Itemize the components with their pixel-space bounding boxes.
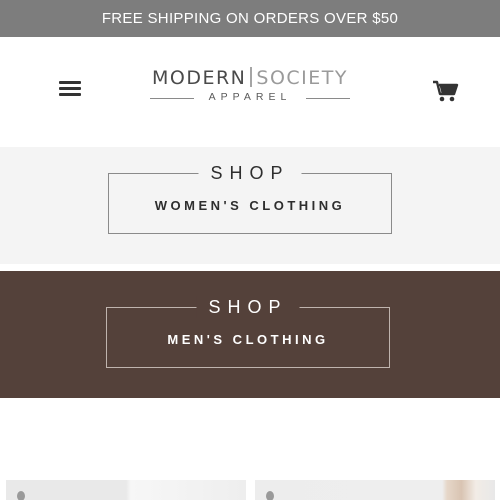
- logo-subtitle: APPAREL: [208, 91, 292, 103]
- mens-category-label: MEN'S CLOTHING: [167, 332, 329, 347]
- mens-shop-label: SHOP: [196, 296, 300, 318]
- product-image-1[interactable]: [6, 480, 246, 500]
- mens-banner-frame: SHOP MEN'S CLOTHING: [106, 296, 390, 368]
- logo-word-society: SOCIETY: [256, 67, 348, 89]
- product-image-2[interactable]: [255, 480, 495, 500]
- womens-shop-label: SHOP: [198, 162, 302, 184]
- hamburger-menu-icon[interactable]: [56, 77, 84, 97]
- womens-category-label: WOMEN'S CLOTHING: [154, 198, 346, 213]
- logo-word-modern: MODERN: [151, 67, 247, 89]
- mens-clothing-banner[interactable]: SHOP MEN'S CLOTHING: [0, 271, 500, 398]
- image-indicator-dot: [266, 491, 274, 500]
- site-header: MODERN SOCIETY APPAREL: [0, 37, 500, 147]
- image-indicator-dot: [17, 491, 25, 500]
- announcement-bar: FREE SHIPPING ON ORDERS OVER $50: [0, 0, 500, 37]
- site-logo[interactable]: MODERN SOCIETY APPAREL: [148, 67, 352, 107]
- womens-clothing-banner[interactable]: SHOP WOMEN'S CLOTHING: [0, 147, 500, 264]
- womens-banner-frame: SHOP WOMEN'S CLOTHING: [108, 162, 392, 234]
- announcement-text: FREE SHIPPING ON ORDERS OVER $50: [101, 10, 399, 27]
- logo-wordmark: MODERN SOCIETY: [148, 67, 352, 89]
- shopping-cart-icon[interactable]: [432, 79, 460, 103]
